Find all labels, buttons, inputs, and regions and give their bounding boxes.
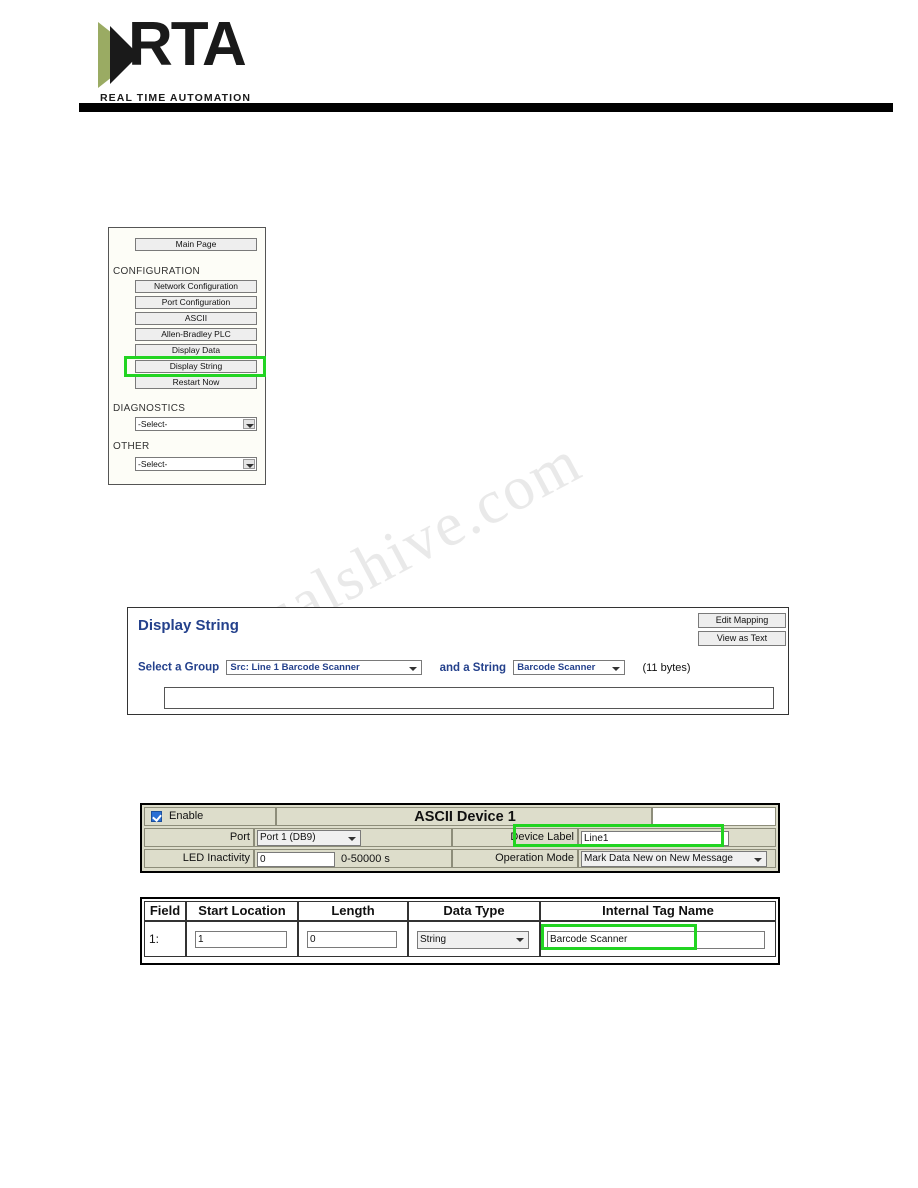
th-data-type: Data Type — [408, 901, 540, 921]
row-index: 1: — [149, 932, 160, 946]
sidebar-section-diagnostics: DIAGNOSTICS — [113, 403, 186, 414]
internal-tag-name-input[interactable]: Barcode Scanner — [547, 931, 765, 949]
operation-mode-select[interactable]: Mark Data New on New Message — [581, 851, 767, 867]
diagnostics-select-value: -Select- — [138, 419, 168, 429]
operation-mode-label: Operation Mode — [452, 849, 578, 868]
cell-length[interactable]: 0 — [298, 921, 408, 957]
chevron-down-icon — [243, 459, 255, 469]
byte-count: (11 bytes) — [642, 661, 691, 674]
sidebar-item-port-configuration[interactable]: Port Configuration — [135, 296, 257, 309]
th-start-location: Start Location — [186, 901, 298, 921]
cell-internal-tag-name[interactable]: Barcode Scanner — [540, 921, 776, 957]
view-as-text-button[interactable]: View as Text — [698, 631, 786, 646]
port-label: Port — [144, 828, 254, 847]
cell-data-type[interactable]: String — [408, 921, 540, 957]
led-inactivity-range: 0-50000 s — [341, 853, 390, 865]
group-select-value: Src: Line 1 Barcode Scanner — [230, 662, 360, 673]
field-table-panel: Field Start Location Length Data Type In… — [140, 897, 780, 965]
th-field: Field — [144, 901, 186, 921]
led-inactivity-cell[interactable]: 0 0-50000 s — [254, 849, 452, 868]
display-string-controls: Select a Group Src: Line 1 Barcode Scann… — [138, 660, 691, 675]
logo-wordmark: RTA — [128, 10, 247, 79]
and-a-string-label: and a String — [439, 661, 507, 674]
group-select[interactable]: Src: Line 1 Barcode Scanner — [226, 660, 423, 675]
ascii-device-panel: Enable ASCII Device 1 Port Port 1 (DB9) … — [140, 803, 780, 873]
sidebar-section-configuration: CONFIGURATION — [113, 266, 201, 277]
sidebar-section-other: OTHER — [113, 441, 150, 452]
start-location-input[interactable]: 1 — [195, 931, 287, 948]
device-label-cell[interactable]: Line1 — [578, 828, 776, 847]
enable-checkbox[interactable] — [151, 811, 162, 822]
edit-mapping-button[interactable]: Edit Mapping — [698, 613, 786, 628]
other-select[interactable]: -Select- — [135, 457, 257, 471]
header-rule-accent — [352, 103, 580, 112]
sidebar-item-display-string[interactable]: Display String — [135, 360, 257, 373]
diagnostics-select[interactable]: -Select- — [135, 417, 257, 431]
sidebar-item-allen-bradley-plc[interactable]: Allen-Bradley PLC — [135, 328, 257, 341]
sidebar-nav: Main Page CONFIGURATION Network Configur… — [108, 227, 266, 485]
ascii-device-title: ASCII Device 1 — [414, 809, 516, 825]
cell-start-location[interactable]: 1 — [186, 921, 298, 957]
length-input[interactable]: 0 — [307, 931, 397, 948]
sidebar-item-main-page[interactable]: Main Page — [135, 238, 257, 251]
led-inactivity-input[interactable]: 0 — [257, 852, 335, 867]
port-select-value: Port 1 (DB9) — [260, 832, 316, 843]
string-select[interactable]: Barcode Scanner — [513, 660, 626, 675]
th-internal-tag: Internal Tag Name — [540, 901, 776, 921]
sidebar-item-restart-now[interactable]: Restart Now — [135, 376, 257, 389]
table-row: 1: — [144, 921, 186, 957]
led-inactivity-label: LED Inactivity — [144, 849, 254, 868]
operation-mode-value: Mark Data New on New Message — [584, 853, 733, 864]
th-length: Length — [298, 901, 408, 921]
operation-mode-cell[interactable]: Mark Data New on New Message — [578, 849, 776, 868]
device-label-label: Device Label — [452, 828, 578, 847]
display-string-panel: Display String Edit Mapping View as Text… — [127, 607, 789, 715]
enable-cell[interactable]: Enable — [144, 807, 276, 826]
sidebar-item-network-configuration[interactable]: Network Configuration — [135, 280, 257, 293]
port-cell[interactable]: Port 1 (DB9) — [254, 828, 452, 847]
port-select[interactable]: Port 1 (DB9) — [257, 830, 361, 846]
sidebar-item-ascii[interactable]: ASCII — [135, 312, 257, 325]
sidebar-item-display-data[interactable]: Display Data — [135, 344, 257, 357]
other-select-value: -Select- — [138, 459, 168, 469]
select-a-group-label: Select a Group — [138, 661, 220, 674]
data-type-select[interactable]: String — [417, 931, 529, 949]
enable-label: Enable — [169, 810, 204, 822]
page-title: Display String — [138, 617, 239, 634]
rta-logo: RTA REAL TIME AUTOMATION — [98, 14, 298, 104]
data-type-value: String — [420, 934, 447, 945]
chevron-down-icon — [243, 419, 255, 429]
string-select-value: Barcode Scanner — [517, 662, 596, 673]
title-spacer-cell — [652, 807, 776, 826]
device-title-cell: ASCII Device 1 — [276, 807, 652, 826]
hex-dump-row: 0000: 68 65 6C 6C 6F 20 77 6F 72 6C 64 h… — [164, 687, 774, 709]
device-label-input[interactable]: Line1 — [581, 831, 729, 846]
